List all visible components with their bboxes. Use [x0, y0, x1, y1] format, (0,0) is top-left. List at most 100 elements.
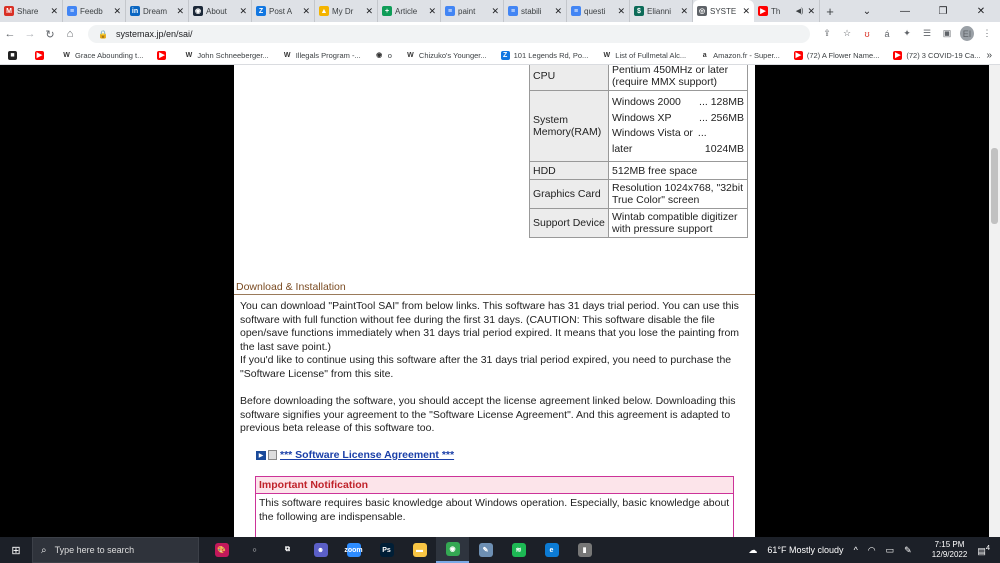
- cortana-icon[interactable]: ○: [238, 537, 271, 563]
- tab-2[interactable]: in Dream ✕: [126, 0, 189, 22]
- spotify-icon[interactable]: ≋: [502, 537, 535, 563]
- device-line-1: Wintab compatible digitizer: [612, 211, 738, 223]
- close-tab-icon[interactable]: ✕: [807, 6, 815, 17]
- share-icon[interactable]: ⇪: [820, 28, 834, 39]
- mem-size: ... 256MB: [699, 111, 744, 124]
- bookmark-item[interactable]: ■: [8, 50, 21, 60]
- tab-6[interactable]: + Article ✕: [378, 0, 441, 22]
- extensions-puzzle-icon[interactable]: ✦: [900, 28, 914, 39]
- photoshop-icon[interactable]: Ps: [370, 537, 403, 563]
- close-tab-icon[interactable]: ✕: [365, 6, 373, 17]
- bookmark-item[interactable]: a Amazon.fr - Super...: [700, 50, 780, 60]
- zoom-icon[interactable]: zoom: [337, 537, 370, 563]
- tab-8[interactable]: ≡ stabili ✕: [504, 0, 567, 22]
- bookmark-item[interactable]: W Illegals Program -...: [282, 50, 361, 60]
- close-tab-icon[interactable]: ✕: [302, 6, 310, 17]
- tab-0[interactable]: M Share ✕: [0, 0, 63, 22]
- bookmark-label: Grace Abounding t...: [75, 50, 144, 60]
- close-window-icon[interactable]: ✕: [962, 6, 1000, 17]
- file-explorer-icon[interactable]: ▬: [403, 537, 436, 563]
- reading-list-icon[interactable]: ☰: [920, 28, 934, 39]
- page-scrollbar[interactable]: [989, 65, 1000, 537]
- side-panel-icon[interactable]: ▣: [940, 28, 954, 39]
- tab-search-icon[interactable]: ⌄: [848, 6, 886, 17]
- tab-4[interactable]: Z Post A ✕: [252, 0, 315, 22]
- close-tab-icon[interactable]: ✕: [50, 6, 58, 17]
- tab-7[interactable]: ≡ paint ✕: [441, 0, 504, 22]
- wifi-icon[interactable]: ◠: [868, 545, 876, 556]
- tab-9[interactable]: ≡ questi ✕: [567, 0, 630, 22]
- extension-u-icon[interactable]: ʊ: [860, 29, 874, 39]
- bookmark-item[interactable]: ◉ o: [374, 50, 392, 60]
- bookmarks-bar: ■ ▶ W Grace Abounding t... ▶ W John Schneeberg…: [0, 46, 1000, 65]
- forward-icon[interactable]: →: [20, 28, 40, 40]
- windows-start-icon[interactable]: ⊞: [0, 544, 32, 557]
- usb-icon[interactable]: ▮: [568, 537, 601, 563]
- tab-5[interactable]: ▲ My Dr ✕: [315, 0, 378, 22]
- bookmark-yellow-icon: ■: [8, 50, 17, 60]
- tab-3[interactable]: ◉ About ✕: [189, 0, 252, 22]
- bookmark-item[interactable]: W Chizuko's Younger...: [405, 50, 487, 60]
- home-icon[interactable]: ⌂: [60, 28, 80, 40]
- bookmark-label: 101 Legends Rd, Po...: [513, 50, 589, 60]
- back-icon[interactable]: ←: [0, 28, 20, 40]
- bookmark-item[interactable]: ▶ (72) A Flower Name...: [793, 50, 879, 60]
- mem-os: Windows XP: [612, 111, 672, 124]
- task-view-icon[interactable]: ⧉: [271, 537, 304, 563]
- graphics-value: Resolution 1024x768, "32bit True Color" …: [608, 179, 748, 209]
- new-tab-button[interactable]: +: [820, 4, 840, 19]
- tab-10[interactable]: $ Elianni ✕: [630, 0, 693, 22]
- license-agreement-link[interactable]: *** Software License Agreement ***: [280, 449, 454, 461]
- tray-overflow-icon[interactable]: ^: [854, 545, 858, 555]
- tab-12[interactable]: ▶ Th ◀) ✕: [754, 0, 820, 22]
- close-tab-icon[interactable]: ✕: [742, 6, 750, 17]
- bookmark-item[interactable]: W List of Fullmetal Alc...: [602, 50, 686, 60]
- bookmark-item[interactable]: ▶: [157, 50, 170, 60]
- tab-1[interactable]: ≡ Feedb ✕: [63, 0, 126, 22]
- weather-icon[interactable]: ☁: [748, 545, 757, 556]
- audio-playing-icon[interactable]: ◀): [796, 7, 804, 15]
- url-field[interactable]: 🔒 systemax.jp/en/sai/: [88, 25, 810, 43]
- bookmark-item[interactable]: Z 101 Legends Rd, Po...: [500, 50, 589, 60]
- teams-icon[interactable]: ☻: [304, 537, 337, 563]
- menu-icon[interactable]: ⋮: [980, 28, 994, 39]
- restore-icon[interactable]: ❐: [924, 6, 962, 17]
- close-tab-icon[interactable]: ✕: [491, 6, 499, 17]
- close-tab-icon[interactable]: ✕: [176, 6, 184, 17]
- clock[interactable]: 7:15 PM 12/9/2022: [932, 540, 968, 560]
- close-tab-icon[interactable]: ✕: [617, 6, 625, 17]
- pen-icon[interactable]: ✎: [904, 545, 912, 556]
- extension-a-icon[interactable]: á: [880, 29, 894, 39]
- bookmark-item[interactable]: W John Schneeberger...: [184, 50, 269, 60]
- close-tab-icon[interactable]: ✕: [428, 6, 436, 17]
- bookmark-item[interactable]: ▶ (72) 3 COVID-19 Ca...: [893, 50, 981, 60]
- device-line-2: with pressure support: [612, 223, 713, 235]
- bookmark-item[interactable]: W Grace Abounding t...: [62, 50, 144, 60]
- close-tab-icon[interactable]: ✕: [554, 6, 562, 17]
- bookmark-label: o: [387, 50, 392, 60]
- chrome-icon[interactable]: ◉: [436, 537, 469, 563]
- close-tab-icon[interactable]: ✕: [680, 6, 688, 17]
- weather-text[interactable]: 61°F Mostly cloudy: [767, 545, 843, 555]
- edge-icon[interactable]: e: [535, 537, 568, 563]
- search-highlight-icon[interactable]: 🎨: [205, 537, 238, 563]
- profile-avatar[interactable]: EI: [960, 26, 974, 41]
- close-tab-icon[interactable]: ✕: [239, 6, 247, 17]
- minimize-icon[interactable]: —: [886, 6, 924, 17]
- bookmark-item[interactable]: ▶: [35, 50, 48, 60]
- scrollbar-thumb[interactable]: [991, 148, 998, 224]
- bookmark-star-icon[interactable]: ☆: [840, 28, 854, 39]
- cpu-label: CPU: [529, 65, 609, 91]
- tab-title: My Dr: [332, 6, 354, 16]
- lock-icon[interactable]: 🔒: [98, 30, 108, 39]
- notification-center-icon[interactable]: ▤4: [977, 543, 990, 557]
- reload-icon[interactable]: ↻: [40, 28, 60, 41]
- close-tab-icon[interactable]: ✕: [113, 6, 121, 17]
- notepad-icon[interactable]: ✎: [469, 537, 502, 563]
- app-glyph: ≋: [511, 543, 526, 557]
- battery-icon[interactable]: ▭: [886, 545, 895, 556]
- tab-11[interactable]: ◎ SYSTE ✕: [693, 0, 754, 22]
- more-bookmarks-icon[interactable]: »: [986, 50, 992, 61]
- mem-os: Windows 2000: [612, 96, 681, 108]
- taskbar-search-input[interactable]: ⌕ Type here to search: [32, 537, 199, 563]
